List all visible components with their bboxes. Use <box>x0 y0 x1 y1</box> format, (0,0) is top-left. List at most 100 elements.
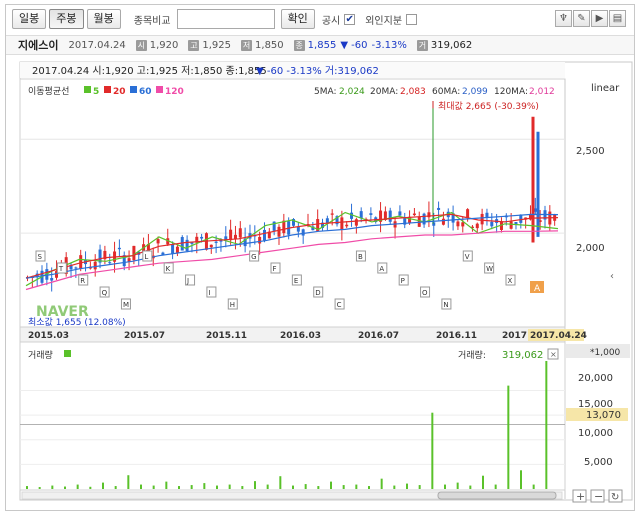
candle-body-90 <box>461 222 465 227</box>
ma60-label: 60 <box>139 87 152 97</box>
volume-bar-2 <box>51 485 54 489</box>
candle-body-30 <box>171 244 175 254</box>
event-label-O: O <box>422 289 428 297</box>
candle-body-89 <box>456 221 460 227</box>
crosshair-icon[interactable]: ♆ <box>555 10 572 27</box>
volume-bar-24 <box>330 481 332 489</box>
candle-body-65 <box>340 217 344 230</box>
ma5-value: 2,024 <box>339 87 365 97</box>
volume-bar-40 <box>532 484 535 489</box>
candle-body-82 <box>422 213 426 225</box>
expand-icon[interactable]: ▶ <box>591 10 608 27</box>
volume-bar-5 <box>89 486 92 489</box>
volume-bar-34 <box>456 482 459 489</box>
toolbar: 일봉 주봉 월봉 종목비교 확인 공시 ✔ 외인지분 ♆ ✎ ▶ ▤ <box>6 5 634 33</box>
scale-label[interactable]: linear <box>591 83 620 94</box>
volume-bar-28 <box>380 478 383 489</box>
ma60-value: 2,099 <box>462 87 488 97</box>
compare-input[interactable] <box>176 9 275 29</box>
event-label-H: H <box>230 301 235 309</box>
volume-bar-15 <box>216 485 218 489</box>
event-label-W: W <box>486 265 493 273</box>
reset-glyph: ↻ <box>611 492 619 503</box>
volume-bar-19 <box>266 484 269 489</box>
date-tick-6: 2017 <box>502 331 527 341</box>
chart-window: 일봉 주봉 월봉 종목비교 확인 공시 ✔ 외인지분 ♆ ✎ ▶ ▤ 지에스이 … <box>5 4 635 511</box>
info-change: ▼ -60 <box>340 39 368 51</box>
event-label-K: K <box>166 265 171 273</box>
event-label-E: E <box>294 277 298 285</box>
disclosure-checkbox[interactable]: ✔ <box>344 13 356 25</box>
event-label-N: N <box>443 301 448 309</box>
volume-bar-12 <box>178 486 180 489</box>
max-label: 최대값 2,665 (-30.39%) <box>438 100 539 112</box>
volume-icon: 거 <box>416 39 428 51</box>
vol-tick-10000: 10,000 <box>578 428 613 439</box>
info-high: 1,925 <box>202 39 232 51</box>
volume-bar-6 <box>102 482 104 489</box>
candle-body-77 <box>398 211 402 216</box>
candle-body-10 <box>74 267 78 269</box>
volume-bar-10 <box>152 485 155 489</box>
candle-body-94 <box>480 213 484 225</box>
volume-bar-33 <box>444 484 446 489</box>
high-icon: 고 <box>188 39 200 51</box>
volume-multiplier: *1,000 <box>590 348 621 358</box>
low-icon: 저 <box>241 39 253 51</box>
volume-bar-36 <box>482 475 484 489</box>
event-label-V: V <box>465 253 470 261</box>
collapse-arrow-icon[interactable]: ‹ <box>610 271 614 282</box>
disclosure-label: 공시 <box>321 15 341 27</box>
info-open: 1,920 <box>149 39 179 51</box>
zoom-out-glyph: − <box>594 490 603 503</box>
candle-body-67 <box>350 212 354 219</box>
event-label-M: M <box>123 301 129 309</box>
volume-bar-37 <box>494 484 497 489</box>
weekly-button[interactable]: 주봉 <box>49 9 84 29</box>
candle-body-68 <box>354 219 358 226</box>
event-label-B: B <box>358 253 363 261</box>
candle-body-36 <box>200 236 204 239</box>
price-tick-2500: 2,500 <box>576 146 605 157</box>
foreign-checkbox[interactable] <box>406 13 418 25</box>
ma20-value-label: 20MA: <box>370 87 398 97</box>
draw-icon[interactable]: ✎ <box>573 10 590 27</box>
candle-body-27 <box>156 239 160 244</box>
volume-bar-32 <box>431 412 434 489</box>
candle-body-66 <box>345 224 349 227</box>
chart-header-text: 2017.04.24 시:1,920 고:1,925 저:1,850 종:1,8… <box>32 65 267 77</box>
chart-canvas[interactable]: 2017.04.24 시:1,920 고:1,925 저:1,850 종:1,8… <box>6 61 634 511</box>
date-tick-7: 2017.04.24 <box>530 331 587 341</box>
info-date: 2017.04.24 <box>68 39 126 51</box>
event-label-A: A <box>379 265 384 273</box>
event-label-R: R <box>80 277 85 285</box>
candle-body-17 <box>108 262 112 264</box>
zoom-in-glyph: + <box>576 490 585 503</box>
date-tick-3: 2016.03 <box>280 331 321 341</box>
volume-bar-20 <box>279 476 282 489</box>
volume-bar-26 <box>355 484 358 489</box>
ma120-label: 120 <box>165 87 184 97</box>
confirm-button[interactable]: 확인 <box>280 9 315 29</box>
volume-bar-35 <box>469 485 472 489</box>
volume-bar-1 <box>38 487 41 489</box>
print-icon[interactable]: ▤ <box>609 10 626 27</box>
candle-body-80 <box>412 213 416 216</box>
ma20-swatch <box>104 86 111 93</box>
volume-bar-21 <box>292 485 294 489</box>
info-low: 1,850 <box>255 39 284 51</box>
ma120-value-label: 120MA: <box>494 87 528 97</box>
daily-button[interactable]: 일봉 <box>12 9 47 29</box>
volume-bar-27 <box>368 486 370 489</box>
ma20-value: 2,083 <box>400 87 426 97</box>
volume-bar-7 <box>114 486 117 489</box>
monthly-button[interactable]: 월봉 <box>86 9 121 29</box>
event-label-G: G <box>251 253 256 261</box>
volume-bar-11 <box>165 481 168 489</box>
date-tick-4: 2016.07 <box>358 331 399 341</box>
event-label-L: L <box>144 253 148 261</box>
scroll-thumb[interactable] <box>437 491 557 500</box>
stock-name: 지에스이 <box>18 39 59 52</box>
candle-body-31 <box>175 246 179 253</box>
candle-body-75 <box>388 210 392 222</box>
